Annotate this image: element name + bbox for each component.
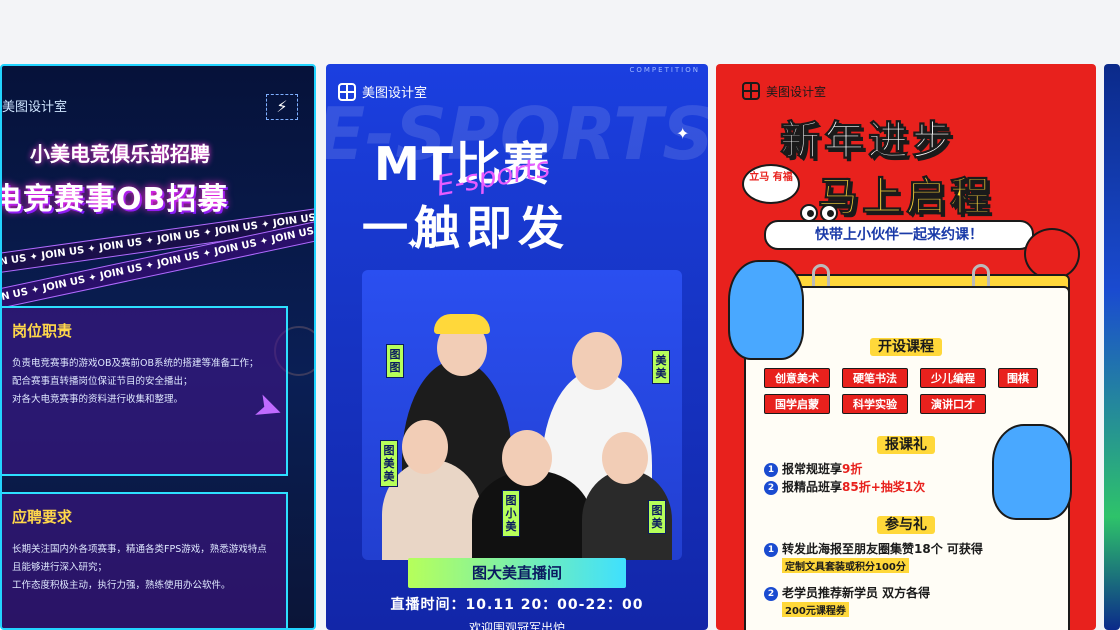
brand-label: 美图设计室 (362, 86, 428, 101)
card-subtitle: 小美电竞俱乐部招聘 (30, 142, 210, 166)
join-line: 2 老学员推荐新学员 双方各得 (764, 584, 930, 601)
sparkle-icon: ✦ (406, 234, 420, 253)
player-tag: 美美 (652, 350, 670, 384)
template-card-partial[interactable] (1104, 64, 1120, 630)
player-head (402, 420, 448, 474)
logo-icon (742, 82, 760, 100)
player-head (572, 332, 622, 390)
card-brand: 美图设计室 (2, 100, 68, 115)
join-line-sub: 定制文具套装或积分100分 (782, 558, 909, 573)
template-card-esports-recruit[interactable]: 美图设计室 ⚡ 小美电竞俱乐部招聘 电竞赛事OB招募 JOIN US ✦ JOI… (0, 64, 316, 630)
courses-heading: 开设课程 (716, 336, 1096, 356)
player-tag: 图小美 (502, 490, 520, 537)
sparkle-icon: ✦ (676, 124, 690, 143)
live-room-label: 图大美直播间 (408, 558, 626, 588)
gift-heading: 报课礼 (716, 434, 1096, 454)
duty-line: 配合赛事直转播岗位保证节目的安全播出； (12, 376, 193, 387)
slogan: 快带上小伙伴一起来约课！ (764, 220, 1034, 250)
course-pill: 科学实验 (842, 394, 908, 414)
template-gallery: 美图设计室 ⚡ 小美电竞俱乐部招聘 电竞赛事OB招募 JOIN US ✦ JOI… (0, 0, 1120, 630)
section-heading: 岗位职责 (12, 322, 73, 340)
card-title: 电竞赛事OB招募 (0, 182, 229, 217)
lightning-icon: ⚡ (266, 94, 298, 120)
course-pill: 少儿编程 (920, 368, 986, 388)
logo-icon (338, 82, 356, 101)
player-tag: 图美 (648, 500, 666, 534)
join-heading: 参与礼 (716, 514, 1096, 534)
players-photo: 图图 美美 图美美 图小美 图美 (362, 270, 682, 560)
lantern-decoration (1024, 228, 1080, 280)
player-head (602, 432, 648, 484)
requirements-section: 应聘要求 长期关注国内外各项赛事，精通各类FPS游戏，熟悉游戏特点且能够进行深入… (2, 492, 288, 628)
welcome-text: 欢迎围观冠军出炉 (468, 621, 565, 630)
duty-line: 负责电竞赛事的游戏OB及赛前OB系统的搭建等准备工作； (12, 358, 259, 369)
course-pill: 硬笔书法 (842, 368, 908, 388)
card-title-line2: 马上启程 (818, 174, 994, 221)
duty-line: 对各大电竞赛事的资料进行收集和整理。 (12, 394, 184, 405)
card-brand: 美图设计室 (742, 82, 826, 100)
corner-label: COMPETITION (629, 66, 700, 74)
card-title-line1: 新年进步 (780, 118, 956, 165)
requirement-line: 工作态度积极主动，执行力强，熟练使用办公软件。 (12, 580, 231, 591)
course-pill: 围棋 (998, 368, 1038, 388)
badge: 立马 有福 (742, 164, 800, 204)
cap-decoration (434, 314, 490, 334)
course-pill: 演讲口才 (920, 394, 986, 414)
course-pill: 创意美术 (764, 368, 830, 388)
card-title-line2: 一触即发 (362, 201, 570, 255)
section-heading: 应聘要求 (12, 508, 73, 526)
template-card-mt-competition[interactable]: E-SPORTS E-SPORTS COMPETITION 美图设计室 MT比赛… (326, 64, 708, 630)
card-brand: 美图设计室 (338, 82, 427, 101)
join-line-sub: 200元课程券 (782, 602, 849, 617)
player-tag: 图图 (386, 344, 404, 378)
player-head (502, 430, 552, 486)
join-line: 1 转发此海报至朋友圈集赞18个 可获得 (764, 540, 983, 557)
gift-line: 1 报常规班享9折 (764, 460, 862, 477)
course-pill: 国学启蒙 (764, 394, 830, 414)
live-time: 直播时间：10.11 20：00-22：00 (390, 597, 644, 613)
brand-label: 美图设计室 (766, 84, 827, 99)
template-card-new-year-courses[interactable]: 美图设计室 新年进步 立马 有福 马上启程 快带上小伙伴一起来约课！ 开设课程 … (716, 64, 1096, 630)
duties-section: 岗位职责 负责电竞赛事的游戏OB及赛前OB系统的搭建等准备工作； 配合赛事直转播… (2, 306, 288, 476)
player-tag: 图美美 (380, 440, 398, 487)
requirement-line: 长期关注国内外各项赛事，精通各类FPS游戏，熟悉游戏特点且能够进行深入研究； (12, 544, 267, 573)
top-bar (0, 0, 1120, 64)
gift-line: 2 报精品班享85折+抽奖1次 (764, 478, 925, 495)
